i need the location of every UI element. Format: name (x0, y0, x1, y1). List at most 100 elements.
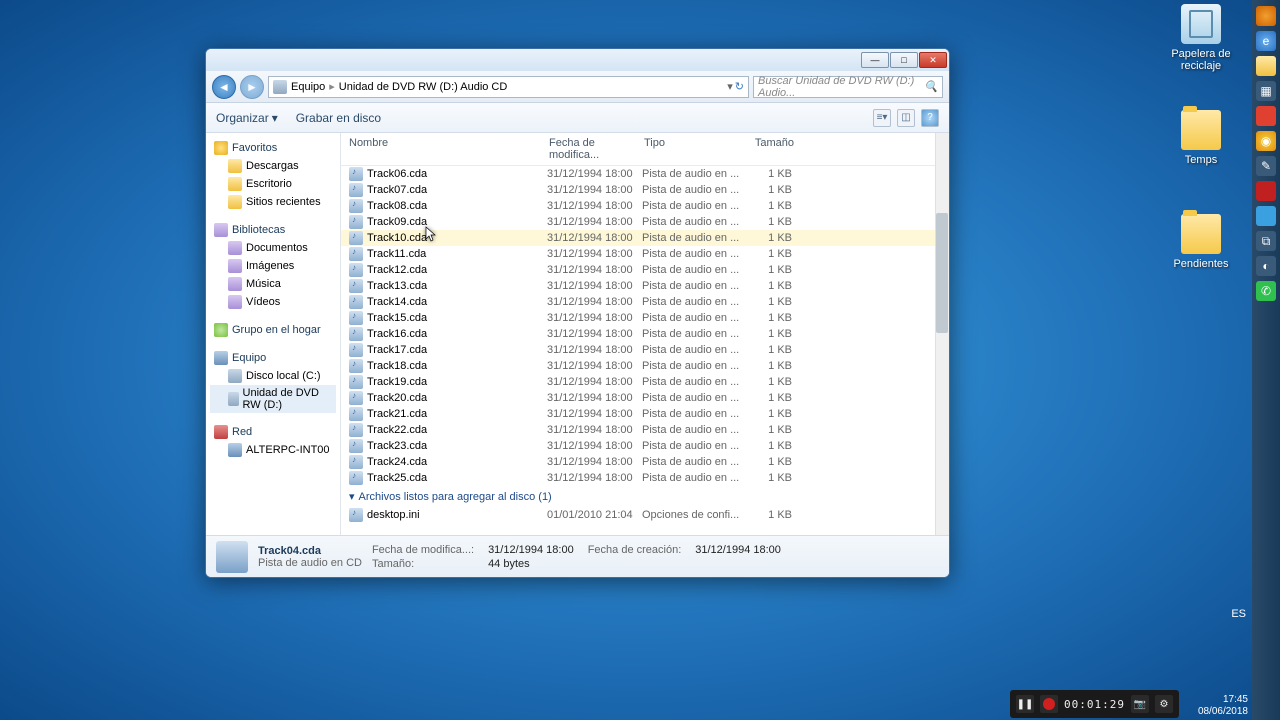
recorder-screenshot-button[interactable]: 📷 (1131, 695, 1149, 713)
sidebar-item[interactable]: Descargas (210, 157, 336, 175)
file-row[interactable]: Track25.cda31/12/1994 18:00Pista de audi… (341, 470, 949, 486)
desktop-icon-temps[interactable]: Temps (1166, 110, 1236, 166)
breadcrumb-current[interactable]: Unidad de DVD RW (D:) Audio CD (339, 81, 508, 93)
file-row[interactable]: Track13.cda31/12/1994 18:00Pista de audi… (341, 278, 949, 294)
organize-button[interactable]: Organizar▾ (216, 111, 278, 125)
burn-disc-button[interactable]: Grabar en disco (296, 111, 381, 125)
file-row[interactable]: Track10.cda31/12/1994 18:00Pista de audi… (341, 230, 949, 246)
file-row[interactable]: Track23.cda31/12/1994 18:00Pista de audi… (341, 438, 949, 454)
folder-icon (228, 159, 242, 173)
titlebar[interactable]: — □ ✕ (206, 49, 949, 71)
pinned-app-icon[interactable]: ✎ (1256, 156, 1276, 176)
pinned-app-icon[interactable]: ▦ (1256, 81, 1276, 101)
column-size[interactable]: Tamaño (744, 137, 794, 161)
pinned-app-icon[interactable] (1256, 181, 1276, 201)
file-row[interactable]: Track19.cda31/12/1994 18:00Pista de audi… (341, 374, 949, 390)
dropdown-icon[interactable]: ▾ (727, 80, 733, 93)
file-row[interactable]: Track17.cda31/12/1994 18:00Pista de audi… (341, 342, 949, 358)
file-date: 31/12/1994 18:00 (547, 456, 642, 468)
scrollbar[interactable] (935, 133, 949, 535)
column-name[interactable]: Nombre (349, 137, 549, 161)
explorer-icon[interactable] (1256, 56, 1276, 76)
sidebar-item-label: Música (246, 278, 281, 290)
file-row[interactable]: Track24.cda31/12/1994 18:00Pista de audi… (341, 454, 949, 470)
minimize-button[interactable]: — (861, 52, 889, 68)
language-indicator[interactable]: ES (1231, 608, 1246, 620)
sidebar-item[interactable]: Escritorio (210, 175, 336, 193)
file-row[interactable]: Track12.cda31/12/1994 18:00Pista de audi… (341, 262, 949, 278)
pinned-app-icon[interactable] (1256, 206, 1276, 226)
maximize-button[interactable]: □ (890, 52, 918, 68)
pinned-app-icon[interactable]: ◐ (1256, 256, 1276, 276)
preview-pane-button[interactable]: ◫ (897, 109, 915, 127)
file-row[interactable]: Track14.cda31/12/1994 18:00Pista de audi… (341, 294, 949, 310)
staging-section-header[interactable]: ▾Archivos listos para agregar al disco (… (341, 486, 949, 507)
audio-file-icon (349, 247, 363, 261)
sidebar-computer[interactable]: Equipo (210, 349, 336, 367)
column-type[interactable]: Tipo (644, 137, 744, 161)
sidebar-item[interactable]: ALTERPC-INT00 (210, 441, 336, 459)
desktop-icon-label: Pendientes (1166, 258, 1236, 270)
screen-recorder-bar: ❚❚ 00:01:29 📷 ⚙ (1010, 690, 1179, 718)
desktop-icon-papelera-de-reciclaje[interactable]: Papelera de reciclaje (1166, 4, 1236, 72)
help-button[interactable]: ? (921, 109, 939, 127)
sidebar-item[interactable]: Imágenes (210, 257, 336, 275)
file-name: Track17.cda (367, 344, 547, 356)
file-row[interactable]: Track06.cda31/12/1994 18:00Pista de audi… (341, 166, 949, 182)
forward-button[interactable]: ► (240, 75, 264, 99)
breadcrumb-root[interactable]: Equipo (291, 81, 325, 93)
sidebar-item[interactable]: Documentos (210, 239, 336, 257)
file-row[interactable]: Track15.cda31/12/1994 18:00Pista de audi… (341, 310, 949, 326)
file-row[interactable]: desktop.ini01/01/2010 21:04Opciones de c… (341, 507, 949, 523)
file-row[interactable]: Track09.cda31/12/1994 18:00Pista de audi… (341, 214, 949, 230)
column-date[interactable]: Fecha de modifica... (549, 137, 644, 161)
pinned-app-icon[interactable]: ⧉ (1256, 231, 1276, 251)
system-tray[interactable]: 17:45 08/06/2018 (1198, 694, 1248, 718)
pinned-app-icon[interactable] (1256, 106, 1276, 126)
file-row[interactable]: Track16.cda31/12/1994 18:00Pista de audi… (341, 326, 949, 342)
file-list[interactable]: Track06.cda31/12/1994 18:00Pista de audi… (341, 166, 949, 535)
sidebar-item[interactable]: Vídeos (210, 293, 336, 311)
sidebar-libraries[interactable]: Bibliotecas (210, 221, 336, 239)
file-size: 1 KB (742, 440, 792, 452)
search-input[interactable]: Buscar Unidad de DVD RW (D:) Audio... 🔍 (753, 76, 943, 98)
sidebar-network[interactable]: Red (210, 423, 336, 441)
homegroup-icon (214, 323, 228, 337)
view-options-button[interactable]: ≡▾ (873, 109, 891, 127)
whatsapp-icon[interactable]: ✆ (1256, 281, 1276, 301)
file-size: 1 KB (742, 168, 792, 180)
file-row[interactable]: Track20.cda31/12/1994 18:00Pista de audi… (341, 390, 949, 406)
folder-icon (228, 369, 242, 383)
close-button[interactable]: ✕ (919, 52, 947, 68)
file-row[interactable]: Track08.cda31/12/1994 18:00Pista de audi… (341, 198, 949, 214)
sidebar-item[interactable]: Sitios recientes (210, 193, 336, 211)
sidebar-item[interactable]: Unidad de DVD RW (D:) (210, 385, 336, 413)
file-type: Pista de audio en ... (642, 456, 742, 468)
recorder-settings-button[interactable]: ⚙ (1155, 695, 1173, 713)
ie-icon[interactable]: e (1256, 31, 1276, 51)
details-pane: Track04.cda Pista de audio en CD Fecha d… (206, 535, 949, 577)
file-row[interactable]: Track18.cda31/12/1994 18:00Pista de audi… (341, 358, 949, 374)
recycle-icon (1181, 4, 1221, 44)
audio-file-icon (349, 455, 363, 469)
sidebar-homegroup[interactable]: Grupo en el hogar (210, 321, 336, 339)
start-orb-icon[interactable] (1256, 6, 1276, 26)
sidebar-item[interactable]: Música (210, 275, 336, 293)
file-type: Pista de audio en ... (642, 216, 742, 228)
scrollbar-thumb[interactable] (936, 213, 948, 333)
file-date: 31/12/1994 18:00 (547, 168, 642, 180)
recorder-pause-button[interactable]: ❚❚ (1016, 695, 1034, 713)
chevron-down-icon: ▾ (272, 111, 278, 125)
file-row[interactable]: Track21.cda31/12/1994 18:00Pista de audi… (341, 406, 949, 422)
file-row[interactable]: Track11.cda31/12/1994 18:00Pista de audi… (341, 246, 949, 262)
refresh-icon[interactable]: ↻ (735, 80, 744, 93)
back-button[interactable]: ◄ (212, 75, 236, 99)
sidebar-favorites[interactable]: Favoritos (210, 139, 336, 157)
sidebar-item[interactable]: Disco local (C:) (210, 367, 336, 385)
desktop-icon-pendientes[interactable]: Pendientes (1166, 214, 1236, 270)
file-row[interactable]: Track22.cda31/12/1994 18:00Pista de audi… (341, 422, 949, 438)
recorder-record-button[interactable] (1040, 695, 1058, 713)
address-bar[interactable]: Equipo ▸ Unidad de DVD RW (D:) Audio CD … (268, 76, 749, 98)
file-row[interactable]: Track07.cda31/12/1994 18:00Pista de audi… (341, 182, 949, 198)
chrome-icon[interactable]: ◉ (1256, 131, 1276, 151)
